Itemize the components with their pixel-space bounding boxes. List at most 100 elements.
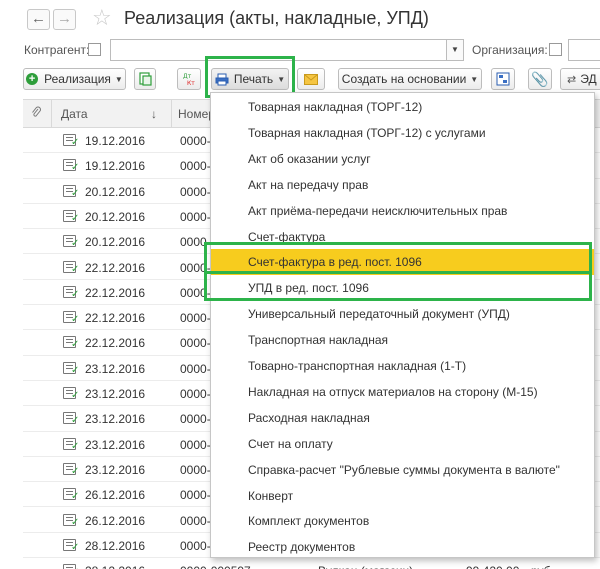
print-menu-item-label: Универсальный передаточный документ (УПД… <box>248 307 510 322</box>
print-menu-item[interactable]: Акт об оказании услуг <box>211 146 594 172</box>
row-date: 23.12.2016 <box>85 437 146 452</box>
printer-icon <box>215 73 229 85</box>
envelope-icon <box>304 73 318 85</box>
posted-document-icon <box>63 311 79 325</box>
row-date: 26.12.2016 <box>85 513 146 528</box>
counterparty-checkbox[interactable] <box>88 43 101 56</box>
print-menu-item-label: Расходная накладная <box>248 410 370 425</box>
document-structure-icon <box>496 72 510 86</box>
row-counterparty: Вулкан (магазин) <box>318 564 413 569</box>
print-menu-item-label: Справка-расчет "Рублевые суммы документа… <box>248 462 560 477</box>
posted-document-icon <box>63 564 79 569</box>
debit-credit-icon: Дт Кт <box>183 73 195 86</box>
print-menu-item-label: Акт приёма-передачи неисключительных пра… <box>248 203 508 218</box>
create-based-on-label: Создать на основании <box>341 72 467 86</box>
posted-document-icon <box>63 361 79 376</box>
copy-document-icon <box>138 72 152 86</box>
print-menu-item-label: Акт на передачу прав <box>248 177 369 192</box>
print-menu-item[interactable]: Транспортная накладная <box>211 327 594 353</box>
print-menu-item[interactable]: Акт на передачу прав <box>211 172 594 198</box>
chevron-down-icon: ▼ <box>277 74 286 84</box>
posted-document-icon <box>63 488 79 502</box>
print-menu-item[interactable]: Расходная накладная <box>211 405 594 431</box>
print-menu-item[interactable]: Комплект документов <box>211 508 594 534</box>
print-menu-item-label: Товарно-транспортная накладная (1-Т) <box>248 359 467 373</box>
posted-document-icon <box>63 336 79 350</box>
print-menu-item[interactable]: Справка-расчет "Рублевые суммы документа… <box>211 457 594 483</box>
attachment-column-icon[interactable] <box>31 106 42 122</box>
row-date: 22.12.2016 <box>85 260 146 275</box>
posted-document-icon <box>63 184 79 199</box>
print-menu-item-label: Комплект документов <box>248 514 370 529</box>
edo-button[interactable]: ⇄ ЭД <box>560 68 600 90</box>
print-menu-item[interactable]: Реестр документов <box>211 534 594 560</box>
print-menu-item[interactable]: Товарная накладная (ТОРГ-12) с услугами <box>211 120 594 146</box>
print-menu-item[interactable]: УПД в ред. пост. 1096 <box>211 275 594 301</box>
filter-row: Контрагент: ▼ Организация: <box>0 38 600 62</box>
row-date: 20.12.2016 <box>85 184 146 199</box>
print-menu-item-label: Конверт <box>248 488 294 503</box>
posted-document-icon <box>63 260 79 275</box>
posted-document-icon <box>63 412 79 426</box>
print-menu-item[interactable]: Счет-фактура <box>211 224 594 250</box>
chevron-down-icon: ▼ <box>470 74 479 84</box>
print-menu-item-label: Товарная накладная (ТОРГ-12) с услугами <box>248 125 486 140</box>
sort-descending-icon[interactable]: ↓ <box>151 107 157 121</box>
print-menu-item[interactable]: Товарно-транспортная накладная (1-Т) <box>211 353 594 379</box>
row-date: 20.12.2016 <box>85 209 146 224</box>
structure-button[interactable] <box>491 68 515 90</box>
attach-file-button[interactable]: 📎 <box>528 68 552 90</box>
row-date: 19.12.2016 <box>85 134 146 148</box>
counterparty-dropdown-button[interactable]: ▼ <box>446 39 464 61</box>
arrow-left-icon[interactable]: ← <box>27 9 50 30</box>
print-label: Печать <box>233 72 274 86</box>
row-date: 23.12.2016 <box>85 462 146 477</box>
edo-label: ЭД <box>580 72 597 86</box>
column-header-date[interactable]: Дата <box>61 107 88 121</box>
print-menu-item[interactable]: Счет на оплату <box>211 431 594 457</box>
plus-icon: + <box>26 73 39 85</box>
print-menu-item-label: Транспортная накладная <box>248 333 389 348</box>
row-date: 28.12.2016 <box>85 538 146 553</box>
posted-document-icon <box>63 134 79 148</box>
star-icon[interactable]: ☆ <box>92 6 112 30</box>
row-date: 22.12.2016 <box>85 285 146 300</box>
posted-document-icon <box>63 437 79 452</box>
organization-field[interactable] <box>568 39 600 61</box>
copy-document-button[interactable] <box>134 68 156 90</box>
arrow-right-icon[interactable]: → <box>53 9 76 30</box>
create-based-on-button[interactable]: Создать на основании ▼ <box>338 68 482 90</box>
row-currency: руб. <box>531 564 554 569</box>
print-menu-item-label: Счет-фактура <box>248 229 326 244</box>
svg-text:Дт: Дт <box>183 73 192 80</box>
chevron-down-icon: ▼ <box>114 74 123 84</box>
posted-document-icon <box>63 387 79 401</box>
print-menu-item[interactable]: Конверт <box>211 483 594 509</box>
print-menu-item-label: Реестр документов <box>248 540 356 555</box>
posted-document-icon <box>63 159 79 173</box>
counterparty-label: Контрагент: <box>24 43 90 57</box>
row-date: 23.12.2016 <box>85 412 146 427</box>
posted-document-icon <box>63 209 79 224</box>
print-menu-item[interactable]: Акт приёма-передачи неисключительных пра… <box>211 198 594 224</box>
print-menu-item[interactable]: Накладная на отпуск материалов на сторон… <box>211 379 594 405</box>
print-menu-item[interactable]: Универсальный передаточный документ (УПД… <box>211 301 594 327</box>
posted-document-icon <box>63 235 79 249</box>
row-date: 23.12.2016 <box>85 387 146 401</box>
print-menu: Товарная накладная (ТОРГ-12) Товарная нак… <box>210 92 595 558</box>
svg-text:Кт: Кт <box>187 80 195 86</box>
print-menu-item[interactable]: Товарная накладная (ТОРГ-12) <box>211 94 594 120</box>
send-email-button[interactable] <box>297 68 325 90</box>
print-menu-item-label: Акт об оказании услуг <box>248 151 371 166</box>
row-date: 28.12.2016 <box>85 564 145 569</box>
dt-kt-button[interactable]: Дт Кт <box>177 68 201 90</box>
create-realization-button[interactable]: + Реализация ▼ <box>23 68 126 90</box>
print-menu-item-label: Товарная накладная (ТОРГ-12) <box>248 100 423 114</box>
row-amount: 99 420,00 <box>466 564 519 569</box>
counterparty-field[interactable] <box>110 39 447 61</box>
organization-label: Организация: <box>472 43 548 57</box>
toolbar: + Реализация ▼ Дт Кт Печать ▼ Создать на… <box>0 56 600 98</box>
create-realization-label: Реализация <box>44 72 111 86</box>
print-button[interactable]: Печать ▼ <box>211 68 289 90</box>
organization-checkbox[interactable] <box>549 43 562 56</box>
